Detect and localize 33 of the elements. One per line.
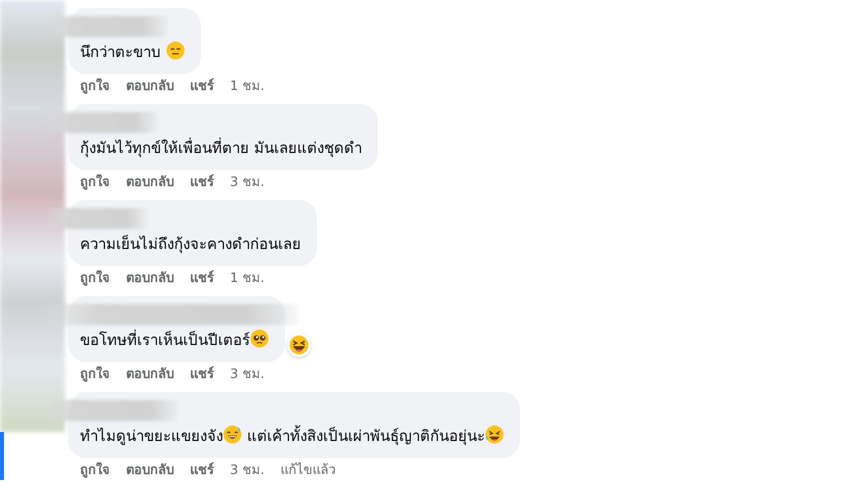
timestamp[interactable]: 3 ชม.	[230, 174, 265, 192]
timestamp[interactable]: 1 ชม.	[230, 78, 265, 96]
sweat-smile-face-icon	[223, 425, 242, 444]
reaction-badge[interactable]	[287, 333, 311, 357]
comment-text: ความเย็นไม่ถึงกุ้งจะคางดำก่อนเลย	[80, 234, 301, 254]
comment-text: กุ้งมันไว้ทุกข์ให้เพื่อนที่ตาย มันเลยแต่งชุดดำ	[80, 138, 362, 158]
comment-text: ทำไมดูน่าขยะแขยงจัง แต่เค้าทั้งสิงเป็นเผ่าพันธุ์ญาติกันอยุ่นะ	[80, 425, 504, 446]
comment-text: ขอโทษที่เราเห็นเป็นปีเตอร์	[80, 329, 269, 350]
comment-action-link[interactable]: ถูกใจ	[80, 78, 110, 96]
comment-action-link[interactable]: ตอบกลับ	[126, 78, 174, 96]
pleading-face-icon	[250, 329, 269, 348]
comment-action-link[interactable]: ถูกใจ	[80, 270, 110, 288]
comment-action-link[interactable]: แชร์	[190, 366, 214, 384]
comment-action-link[interactable]: ถูกใจ	[80, 174, 110, 192]
laughing-face-icon	[289, 335, 309, 355]
timestamp[interactable]: 3 ชม.	[230, 462, 265, 480]
comment-action-link[interactable]: ตอบกลับ	[126, 366, 174, 384]
comment-action-link[interactable]: แชร์	[190, 462, 214, 480]
comment-text: นึกว่าตะขาบ	[80, 41, 185, 62]
edited-label[interactable]: แก้ไขแล้ว	[280, 462, 336, 480]
comment-action-link[interactable]: แชร์	[190, 270, 214, 288]
comment-action-link[interactable]: ตอบกลับ	[126, 462, 174, 480]
selection-bar	[0, 432, 4, 480]
comment-action-link[interactable]: ตอบกลับ	[126, 270, 174, 288]
comment-action-link[interactable]: ถูกใจ	[80, 462, 110, 480]
comment-action-link[interactable]: ตอบกลับ	[126, 174, 174, 192]
timestamp[interactable]: 3 ชม.	[230, 366, 265, 384]
expressionless-face-icon	[166, 41, 185, 60]
comment-action-link[interactable]: ถูกใจ	[80, 366, 110, 384]
comment-action-link[interactable]: แชร์	[190, 78, 214, 96]
rolling-laughing-face-icon	[484, 425, 504, 444]
comment-action-link[interactable]: แชร์	[190, 174, 214, 192]
timestamp[interactable]: 1 ชม.	[230, 270, 265, 288]
